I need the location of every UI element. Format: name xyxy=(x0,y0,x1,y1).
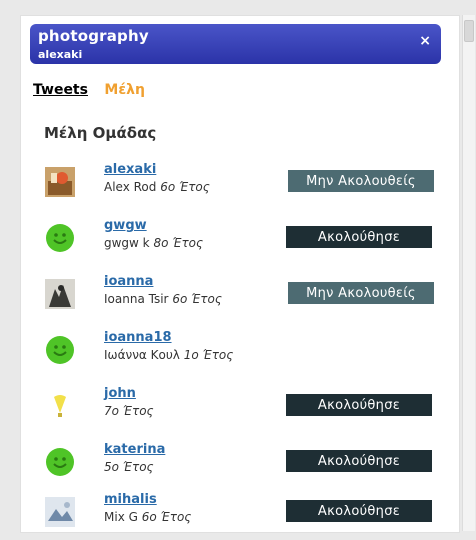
scroll-thumb[interactable] xyxy=(464,20,474,42)
member-username[interactable]: ioanna18 xyxy=(104,330,172,345)
member-username[interactable]: alexaki xyxy=(104,162,156,177)
member-row: gwgw gwgw k 8ο Έτος Ακολούθησε xyxy=(44,218,444,266)
unfollow-button[interactable]: Μην Ακολουθείς xyxy=(288,282,434,304)
member-username[interactable]: john xyxy=(104,386,136,401)
tab-members[interactable]: Μέλη xyxy=(104,82,145,98)
member-meta: Ioanna Tsir 6ο Έτος xyxy=(104,292,222,306)
follow-button[interactable]: Ακολούθησε xyxy=(286,500,432,522)
section-title: Μέλη Ομάδας xyxy=(44,124,157,142)
lightbulb-avatar-icon[interactable] xyxy=(44,390,76,422)
member-meta: Mix G 6ο Έτος xyxy=(104,510,192,524)
member-meta: Ιωάννα Κουλ 1ο Έτος xyxy=(104,348,234,362)
tab-bar: Tweets Μέλη xyxy=(33,82,145,98)
scrollbar[interactable] xyxy=(462,15,475,531)
member-meta: Alex Rod 6ο Έτος xyxy=(104,180,210,194)
member-meta: 7ο Έτος xyxy=(104,404,154,418)
member-username[interactable]: mihalis xyxy=(104,492,157,507)
member-username[interactable]: gwgw xyxy=(104,218,147,233)
smiley-avatar-icon[interactable] xyxy=(44,334,76,366)
follow-button[interactable]: Ακολούθησε xyxy=(286,450,432,472)
member-meta: 5ο Έτος xyxy=(104,460,154,474)
member-username[interactable]: ioanna xyxy=(104,274,153,289)
member-row: alexaki Alex Rod 6ο Έτος Μην Ακολουθείς xyxy=(44,162,444,210)
member-row: ioanna Ioanna Tsir 6ο Έτος Μην Ακολουθεί… xyxy=(44,274,444,322)
photo-avatar-icon[interactable] xyxy=(44,278,76,310)
group-owner[interactable]: alexaki xyxy=(38,48,82,61)
smiley-avatar-icon[interactable] xyxy=(44,446,76,478)
group-header: photography alexaki × xyxy=(30,24,441,64)
tab-tweets[interactable]: Tweets xyxy=(33,82,88,98)
member-meta: gwgw k 8ο Έτος xyxy=(104,236,204,250)
follow-button[interactable]: Ακολούθησε xyxy=(286,226,432,248)
member-row: john 7ο Έτος Ακολούθησε xyxy=(44,386,444,434)
group-title: photography xyxy=(38,27,149,45)
member-row: ioanna18 Ιωάννα Κουλ 1ο Έτος xyxy=(44,330,444,378)
member-row: katerina 5ο Έτος Ακολούθησε xyxy=(44,442,444,490)
photo-avatar-icon[interactable] xyxy=(44,496,76,528)
close-icon[interactable]: × xyxy=(419,33,431,49)
member-username[interactable]: katerina xyxy=(104,442,165,457)
follow-button[interactable]: Ακολούθησε xyxy=(286,394,432,416)
smiley-avatar-icon[interactable] xyxy=(44,222,76,254)
member-row: mihalis Mix G 6ο Έτος Ακολούθησε xyxy=(44,492,444,540)
photo-avatar-icon[interactable] xyxy=(44,166,76,198)
unfollow-button[interactable]: Μην Ακολουθείς xyxy=(288,170,434,192)
